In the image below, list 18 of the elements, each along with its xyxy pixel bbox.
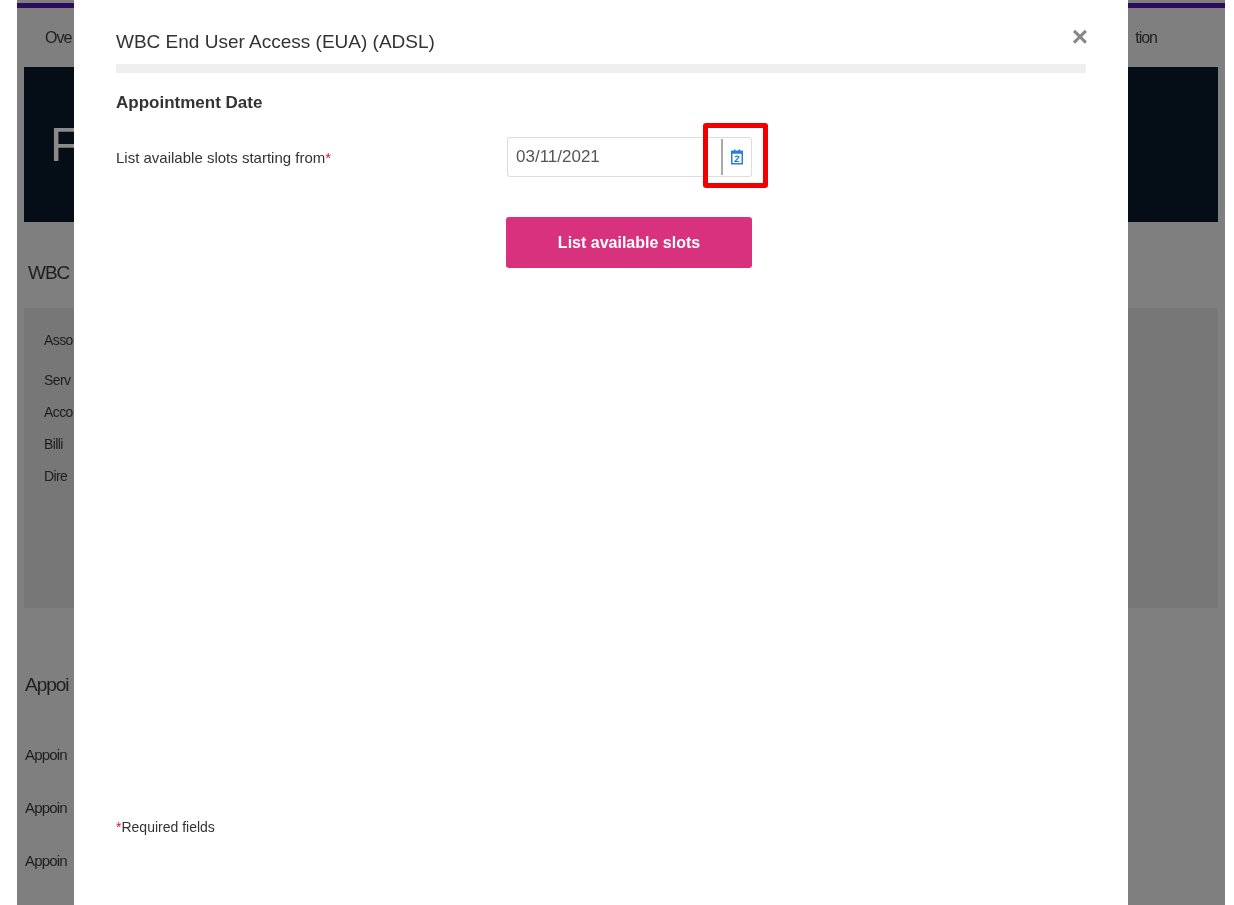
- page-heading: WBC: [28, 262, 70, 285]
- panel-text: Serv: [44, 372, 71, 389]
- panel-text: Asso: [44, 332, 73, 349]
- panel-text: Dire: [44, 468, 68, 485]
- nav-tab[interactable]: Ove: [45, 28, 72, 47]
- required-note: *Required fields: [116, 819, 216, 835]
- section-title: Appoi: [25, 674, 69, 696]
- row-label: Appoin: [25, 852, 67, 869]
- panel-text: Acco: [44, 404, 73, 421]
- row-label: Appoin: [25, 746, 67, 763]
- nav-tab[interactable]: tion: [1135, 28, 1157, 47]
- field-label: List available slots starting from*: [116, 148, 333, 166]
- list-slots-button[interactable]: List available slots: [506, 217, 752, 268]
- close-button[interactable]: ×: [1071, 23, 1088, 51]
- dialog-title: WBC End User Access (EUA) (ADSL): [116, 30, 435, 53]
- section-heading: Appointment Date: [116, 93, 264, 113]
- panel-text: Billi: [44, 436, 63, 453]
- row-label: Appoin: [25, 799, 67, 816]
